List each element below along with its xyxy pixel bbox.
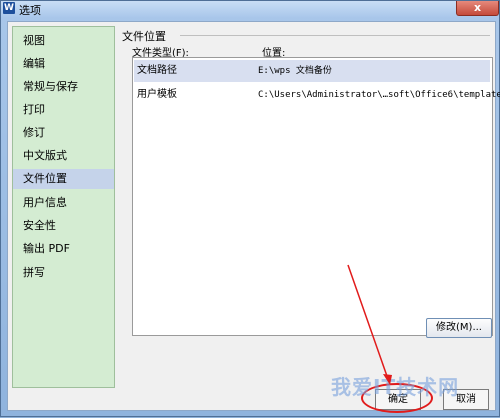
sidebar-item-chinese-layout[interactable]: 中文版式	[13, 146, 114, 166]
file-locations-panel: 文件位置 文件类型(F): 位置: 文档路径 E:\wps 文档备份 用户模板 …	[120, 28, 500, 384]
sidebar-item-spelling[interactable]: 拼写	[13, 263, 114, 283]
sidebar-item-export-pdf[interactable]: 输出 PDF	[13, 239, 114, 259]
group-divider	[180, 35, 490, 36]
sidebar-item-view[interactable]: 视图	[13, 31, 114, 51]
file-type-cell: 文档路径	[137, 65, 177, 76]
list-item[interactable]: 文档路径 E:\wps 文档备份	[134, 60, 490, 82]
dialog-body: 视图 编辑 常规与保存 打印 修订 中文版式 文件位置 用户信息 安全性 输出 …	[7, 21, 500, 413]
window-title: 选项	[19, 4, 41, 17]
modify-button[interactable]: 修改(M)...	[426, 318, 492, 338]
options-sidebar: 视图 编辑 常规与保存 打印 修订 中文版式 文件位置 用户信息 安全性 输出 …	[12, 26, 115, 388]
group-title: 文件位置	[122, 30, 166, 43]
sidebar-item-revision[interactable]: 修订	[13, 123, 114, 143]
sidebar-item-print[interactable]: 打印	[13, 100, 114, 120]
wps-writer-icon: W	[3, 2, 15, 14]
options-dialog: W 选项 x 视图 编辑 常规与保存 打印 修订 中文版式 文件位置 用户信息 …	[0, 0, 500, 417]
sidebar-item-file-locations[interactable]: 文件位置	[13, 169, 114, 189]
title-bar[interactable]: W 选项 x	[1, 1, 499, 18]
file-locations-list[interactable]: 文档路径 E:\wps 文档备份 用户模板 C:\Users\Administr…	[132, 57, 500, 336]
file-type-cell: 用户模板	[137, 89, 177, 100]
sidebar-item-general-save[interactable]: 常规与保存	[13, 77, 114, 97]
close-button[interactable]: x	[456, 1, 499, 16]
sidebar-item-edit[interactable]: 编辑	[13, 54, 114, 74]
location-cell: C:\Users\Administrator\…soft\Office6\tem…	[258, 90, 500, 100]
sidebar-item-security[interactable]: 安全性	[13, 216, 114, 236]
location-cell: E:\wps 文档备份	[258, 66, 332, 76]
list-item[interactable]: 用户模板 C:\Users\Administrator\…soft\Office…	[134, 84, 500, 106]
watermark: 我爱IT技术网	[331, 375, 460, 399]
sidebar-item-user-info[interactable]: 用户信息	[13, 193, 114, 213]
